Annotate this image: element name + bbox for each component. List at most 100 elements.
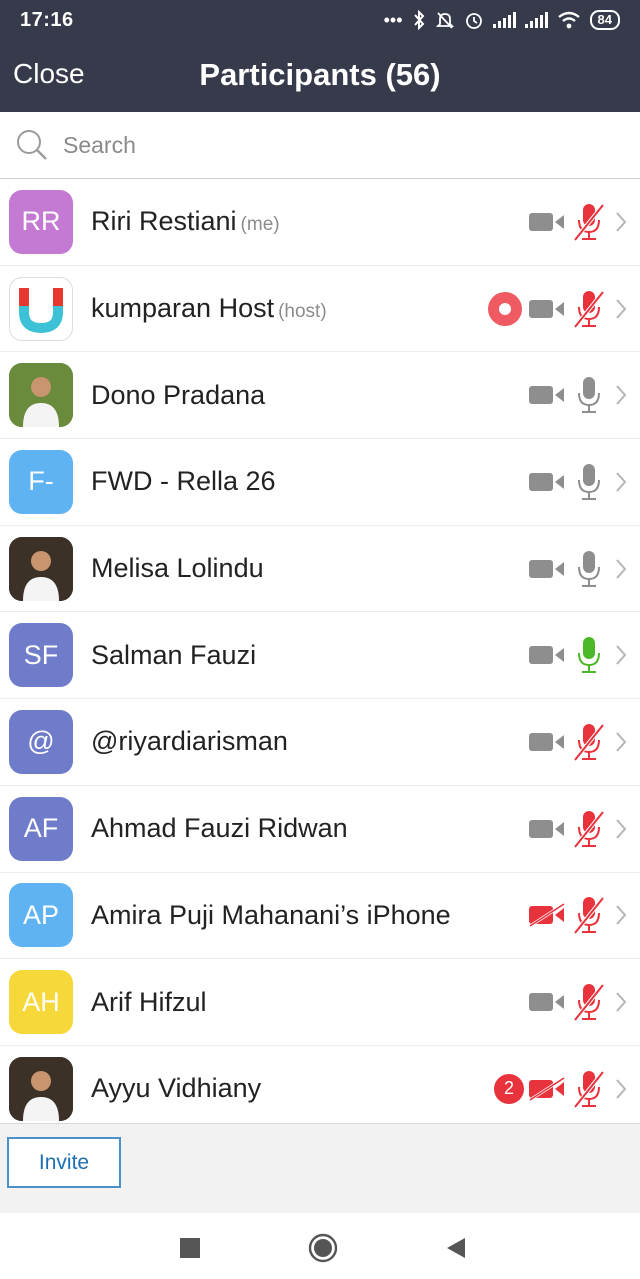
- avatar-initials: @: [27, 726, 55, 757]
- video-status: [526, 460, 568, 504]
- page-title: Participants (56): [199, 57, 441, 92]
- avatar-photo: [9, 363, 73, 428]
- square-icon: [180, 1238, 200, 1258]
- more-dots-icon: •••: [383, 9, 403, 30]
- camera-icon: [529, 732, 564, 751]
- avatar-initials: AF: [23, 813, 59, 844]
- participant-row[interactable]: RR Riri Restiani (me): [0, 179, 640, 266]
- avatar-initials: RR: [21, 206, 61, 237]
- camera-icon: [529, 993, 564, 1012]
- avatar: RR: [9, 189, 73, 254]
- participant-row[interactable]: Dono Pradana: [0, 352, 640, 440]
- participant-row[interactable]: kumparan Host (host): [0, 266, 640, 353]
- person-photo-icon: [9, 536, 73, 601]
- back-button[interactable]: [440, 1233, 470, 1263]
- microphone-muted-icon: [574, 723, 604, 762]
- header: Close Participants (56): [0, 40, 640, 112]
- unread-badge: 2: [494, 1073, 524, 1104]
- participant-name-wrap: Ayyu Vidhiany: [91, 1073, 261, 1104]
- home-circle-icon: [308, 1233, 338, 1263]
- participant-status-icons: [526, 526, 632, 612]
- camera-icon: [529, 472, 564, 491]
- participant-name-wrap: Ahmad Fauzi Ridwan: [91, 813, 348, 844]
- chevron-right-icon: [610, 731, 632, 753]
- microphone-muted-icon: [574, 203, 604, 242]
- participant-name: kumparan Host: [91, 293, 275, 324]
- audio-status: [568, 373, 610, 417]
- chevron-right-icon: [610, 558, 632, 580]
- participant-name: @riyardiarisman: [91, 726, 288, 757]
- signal-icon-2: [524, 12, 548, 28]
- participant-name-wrap: @riyardiarisman: [91, 726, 288, 757]
- recording-icon: [488, 291, 522, 326]
- participant-row[interactable]: Melisa Lolindu: [0, 526, 640, 613]
- participant-name: Amira Puji Mahanani’s iPhone: [91, 899, 451, 930]
- invite-button[interactable]: Invite: [7, 1137, 121, 1188]
- participant-name-wrap: Amira Puji Mahanani’s iPhone: [91, 900, 451, 931]
- avatar: AH: [9, 970, 73, 1035]
- video-status: [526, 1067, 568, 1111]
- avatar-initials: F-: [28, 466, 54, 497]
- participant-name: Riri Restiani: [91, 206, 237, 237]
- audio-status: [568, 200, 610, 244]
- participant-list: RR Riri Restiani (me) kumparan Host (host) Do…: [0, 179, 640, 1133]
- camera-icon: [529, 386, 564, 405]
- avatar-photo: [9, 1056, 73, 1121]
- avatar: AP: [9, 883, 73, 948]
- android-nav-bar: [0, 1213, 640, 1279]
- wifi-icon: [557, 11, 580, 29]
- participant-name-wrap: Riri Restiani (me): [91, 206, 280, 237]
- participant-row[interactable]: F- FWD - Rella 26: [0, 439, 640, 526]
- camera-icon: [529, 559, 564, 578]
- footer: Invite: [0, 1123, 640, 1213]
- audio-status: [568, 807, 610, 851]
- participant-status-icons: [526, 699, 632, 785]
- home-button[interactable]: [308, 1233, 338, 1263]
- status-icons: ••• 84: [384, 10, 620, 31]
- participant-row[interactable]: @ @riyardiarisman: [0, 699, 640, 786]
- camera-icon: [529, 646, 564, 665]
- avatar-logo: [9, 276, 73, 341]
- bell-off-icon: [435, 12, 454, 29]
- audio-status: [568, 980, 610, 1024]
- video-status: [526, 200, 568, 244]
- microphone-icon: [578, 377, 600, 414]
- video-status: [526, 373, 568, 417]
- participant-status-icons: 2: [494, 1046, 632, 1132]
- participant-name: FWD - Rella 26: [91, 466, 276, 497]
- participant-row[interactable]: Ayyu Vidhiany 2: [0, 1046, 640, 1133]
- participant-row[interactable]: AP Amira Puji Mahanani’s iPhone: [0, 873, 640, 960]
- microphone-muted-icon: [574, 897, 604, 935]
- camera-icon: [529, 212, 564, 231]
- microphone-icon: [578, 463, 600, 500]
- audio-status: [568, 460, 610, 504]
- participant-status-icons: [488, 266, 632, 352]
- close-button[interactable]: Close: [13, 58, 85, 90]
- chevron-right-icon: [610, 298, 632, 320]
- avatar-initials: AH: [22, 986, 60, 1017]
- participant-tag: (me): [240, 214, 280, 236]
- chevron-right-icon: [610, 818, 632, 840]
- participant-row[interactable]: SF Salman Fauzi: [0, 612, 640, 700]
- participant-row[interactable]: AF Ahmad Fauzi Ridwan: [0, 786, 640, 873]
- signal-icon: [492, 12, 516, 28]
- participant-name: Ayyu Vidhiany: [91, 1073, 262, 1104]
- recent-apps-button[interactable]: [175, 1233, 205, 1263]
- video-status: [526, 633, 568, 677]
- participant-name: Salman Fauzi: [91, 639, 257, 670]
- participant-row[interactable]: AH Arif Hifzul: [0, 959, 640, 1046]
- participant-status-icons: [526, 873, 632, 959]
- microphone-muted-icon: [574, 1070, 604, 1108]
- search-input[interactable]: [63, 131, 583, 159]
- participant-status-icons: [526, 786, 632, 872]
- participant-status-icons: [526, 612, 632, 698]
- participant-name: Dono Pradana: [91, 379, 266, 410]
- avatar: AF: [9, 796, 73, 861]
- video-status: [526, 980, 568, 1024]
- microphone-muted-icon: [574, 983, 604, 1022]
- avatar: SF: [9, 623, 73, 688]
- participant-name-wrap: Salman Fauzi: [91, 640, 256, 671]
- audio-status: [568, 633, 610, 677]
- back-triangle-icon: [447, 1238, 465, 1258]
- chevron-right-icon: [610, 471, 632, 493]
